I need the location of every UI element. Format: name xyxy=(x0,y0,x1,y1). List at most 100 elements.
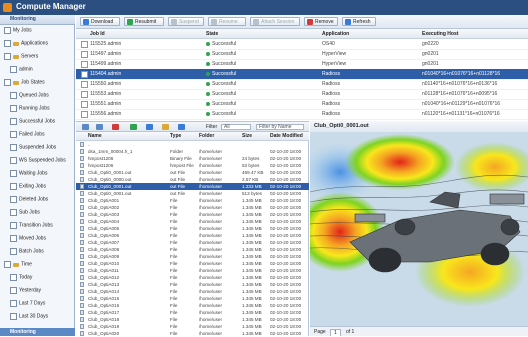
file-row[interactable]: Club_OptiA010 File/home/user 1.345 MB 02-10… xyxy=(76,260,309,267)
suspend-button[interactable]: Suspend xyxy=(168,17,204,26)
col-date-modified[interactable]: Date Modified xyxy=(270,133,303,139)
resume-button[interactable]: Resume xyxy=(208,17,246,26)
file-row[interactable]: Club_OptiA018 File/home/user 1.345 MB 02-10… xyxy=(76,316,309,323)
file-row[interactable]: Club_OptiA015 File/home/user 1.345 MB 02-10… xyxy=(76,295,309,302)
sidebar-item-sub-jobs[interactable]: Sub Jobs xyxy=(10,209,40,219)
col-application[interactable]: Application xyxy=(322,31,349,37)
file-row[interactable]: Club_OptiA011 File/home/user 1.345 MB 02-10… xyxy=(76,267,309,274)
sidebar-item-queued-jobs[interactable]: Queued Jobs xyxy=(10,92,49,102)
file-row[interactable]: Club_OptiA019 File/home/user 1.345 MB 02-10… xyxy=(76,323,309,330)
refresh-files-icon[interactable] xyxy=(178,124,185,130)
checkbox[interactable] xyxy=(10,287,17,294)
col-type[interactable]: Type xyxy=(170,133,181,139)
sidebar-header[interactable]: Monitoring xyxy=(0,15,75,25)
sidebar-item-suspended-jobs[interactable]: Suspended Jobs xyxy=(10,144,56,154)
sidebar-item-last-7-days[interactable]: Last 7 Days xyxy=(10,300,45,310)
file-row[interactable]: Club_Opti0_0001.out out File/home/user 513… xyxy=(76,190,309,197)
checkbox[interactable] xyxy=(10,248,17,255)
sidebar-item-today[interactable]: Today xyxy=(10,274,32,284)
row-checkbox[interactable] xyxy=(81,91,88,98)
sidebar-item-failed-jobs[interactable]: Failed Jobs xyxy=(10,131,45,141)
sidebar-item-time[interactable]: Time xyxy=(4,261,32,271)
checkbox[interactable] xyxy=(10,66,17,73)
checkbox[interactable] xyxy=(10,105,17,112)
row-checkbox[interactable] xyxy=(81,41,88,48)
download-file-icon[interactable] xyxy=(146,124,153,130)
sidebar-item-transition-jobs[interactable]: Transition Jobs xyxy=(10,222,53,232)
checkbox[interactable] xyxy=(10,274,17,281)
remove-button[interactable]: Remove xyxy=(304,17,338,26)
file-row[interactable]: Club_OptiA012 File/home/user 1.345 MB 02-10… xyxy=(76,274,309,281)
sidebar-item-waiting-jobs[interactable]: Waiting Jobs xyxy=(10,170,47,180)
file-row[interactable]: Club_OptiA013 File/home/user 1.345 MB 02-10… xyxy=(76,281,309,288)
file-row[interactable]: Club_OptiA002 File/home/user 1.345 MB 02-10… xyxy=(76,204,309,211)
file-row[interactable]: Club_OptiA009 File/home/user 1.345 MB 02-10… xyxy=(76,253,309,260)
checkbox[interactable] xyxy=(10,209,17,216)
file-row[interactable]: Club_Opti0_0001.out out File/home/user 469… xyxy=(76,169,309,176)
file-row[interactable]: dsa_1mm_00004.h_1 Folder/home/user 02-10-2… xyxy=(76,148,309,155)
sidebar-item-servers[interactable]: Servers xyxy=(4,53,38,63)
row-checkbox[interactable] xyxy=(81,81,88,88)
checkbox[interactable] xyxy=(4,40,11,47)
file-row[interactable]: Club_OptiA016 File/home/user 1.345 MB 02-10… xyxy=(76,302,309,309)
file-row[interactable]: Club_OptiA003 File/home/user 1.345 MB 02-10… xyxy=(76,211,309,218)
sidebar-item-last-30-days[interactable]: Last 30 Days xyxy=(10,313,48,323)
row-checkbox[interactable] xyxy=(81,51,88,58)
checkbox[interactable] xyxy=(10,300,17,307)
cfd-visualization[interactable] xyxy=(310,132,528,326)
refresh-button[interactable]: Refresh xyxy=(342,17,376,26)
checkbox[interactable] xyxy=(10,222,17,229)
checkbox[interactable] xyxy=(4,261,11,268)
sidebar-item-applications[interactable]: Applications xyxy=(4,40,48,50)
checkbox[interactable] xyxy=(4,27,11,34)
file-row[interactable]: .. xyxy=(76,141,309,148)
file-row[interactable]: Club_OptiA006 File/home/user 1.345 MB 02-10… xyxy=(76,232,309,239)
checkbox[interactable] xyxy=(10,196,17,203)
file-row[interactable]: Club_OptiA014 File/home/user 1.345 MB 02-10… xyxy=(76,288,309,295)
sidebar-item-running-jobs[interactable]: Running Jobs xyxy=(10,105,50,115)
file-row[interactable]: Club_OptiA017 File/home/user 1.345 MB 02-10… xyxy=(76,309,309,316)
row-checkbox[interactable] xyxy=(81,61,88,68)
file-row[interactable]: Club_OptiA007 File/home/user 1.345 MB 02-10… xyxy=(76,239,309,246)
row-checkbox[interactable] xyxy=(81,111,88,118)
new-folder-icon[interactable] xyxy=(162,124,169,130)
sidebar-item-deleted-jobs[interactable]: Deleted Jobs xyxy=(10,196,48,206)
col-executing-host[interactable]: Executing Host xyxy=(422,31,458,37)
sidebar-footer-tab[interactable]: Monitoring xyxy=(0,328,75,336)
checkbox[interactable] xyxy=(4,79,11,86)
sidebar-item-admin[interactable]: admin xyxy=(10,66,33,76)
row-checkbox[interactable] xyxy=(81,101,88,108)
file-row[interactable]: hmpost1206 hmpost File/home/user 53 bytes 0… xyxy=(76,162,309,169)
col-name[interactable]: Name xyxy=(88,133,102,139)
file-row[interactable]: Club_Opti0_0001.out out File/home/user 1.2… xyxy=(76,183,309,190)
file-row[interactable]: Club_OptiA001 File/home/user 1.345 MB 02-10… xyxy=(76,197,309,204)
back-icon[interactable] xyxy=(82,124,89,130)
sidebar-item-ws-suspended-jobs[interactable]: WS Suspended Jobs xyxy=(10,157,66,167)
checkbox[interactable] xyxy=(10,313,17,320)
file-row[interactable]: Club_Opti0_0000.out out File/home/user 2.5… xyxy=(76,176,309,183)
checkbox[interactable] xyxy=(10,235,17,242)
resubmit-button[interactable]: Resubmit xyxy=(124,17,164,26)
delete-file-icon[interactable] xyxy=(112,124,119,130)
sidebar-item-successful-jobs[interactable]: Successful Jobs xyxy=(10,118,55,128)
upload-icon[interactable] xyxy=(130,124,137,130)
col-job-id[interactable]: Job Id xyxy=(90,31,105,37)
page-number-input[interactable]: 1 xyxy=(330,329,341,336)
file-row[interactable]: Club_OptiA008 File/home/user 1.345 MB 02-10… xyxy=(76,246,309,253)
sidebar-item-exiting-jobs[interactable]: Exiting Jobs xyxy=(10,183,46,193)
col-size[interactable]: Size xyxy=(242,133,252,139)
checkbox[interactable] xyxy=(10,183,17,190)
job-row[interactable]: 115556.admin Successful Radioss n01120*16+n… xyxy=(76,109,528,120)
sidebar-item-my-jobs[interactable]: My Jobs xyxy=(4,27,32,37)
sidebar-item-moved-jobs[interactable]: Moved Jobs xyxy=(10,235,46,245)
download-button[interactable]: Download xyxy=(80,17,120,26)
col-folder[interactable]: Folder xyxy=(199,133,214,139)
checkbox[interactable] xyxy=(4,53,11,60)
file-row[interactable]: Club_OptiA005 File/home/user 1.345 MB 02-10… xyxy=(76,225,309,232)
checkbox[interactable] xyxy=(10,144,17,151)
filter-select[interactable]: All xyxy=(221,124,251,130)
forward-icon[interactable] xyxy=(96,124,103,130)
checkbox[interactable] xyxy=(10,131,17,138)
checkbox[interactable] xyxy=(10,92,17,99)
row-checkbox[interactable] xyxy=(81,71,88,78)
